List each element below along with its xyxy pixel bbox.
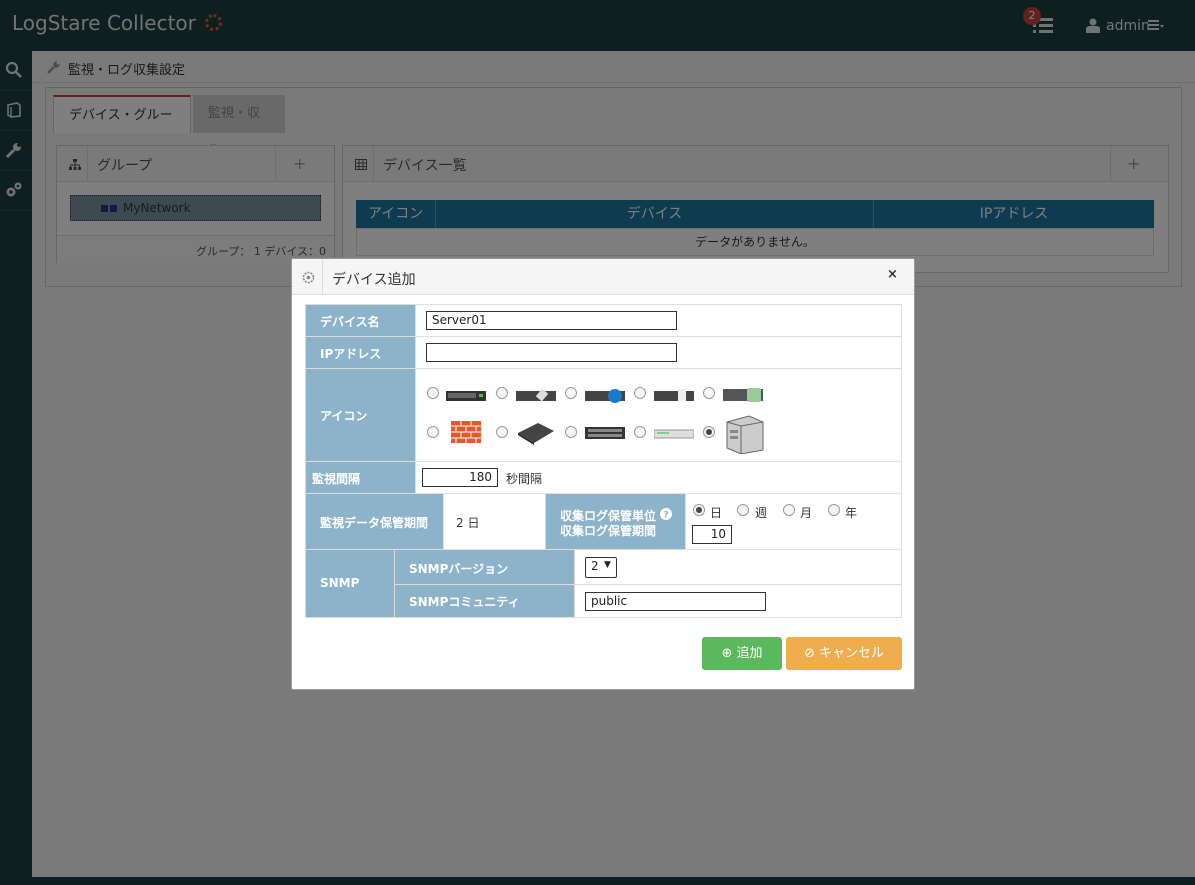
ip-field-cell (415, 336, 902, 369)
add-device-dialog: デバイス追加 × デバイス名 Server01 IPアドレス アイコン 監視間隔… (291, 258, 915, 690)
storage-server-icon[interactable] (723, 387, 763, 403)
device-name-input[interactable]: Server01 (426, 311, 677, 330)
cancel-button-label: キャンセル (819, 646, 885, 661)
icon-radio-7[interactable] (496, 426, 508, 438)
snmp-version-field-cell: 2 ▼ (574, 549, 902, 585)
snmp-label: SNMP (320, 576, 360, 590)
snmp-version-label: SNMPバージョン (409, 562, 509, 576)
hub-icon[interactable] (654, 426, 694, 442)
close-icon[interactable]: × (887, 267, 898, 282)
icon-picker-cell (415, 368, 902, 462)
snmp-version-label-cell: SNMPバージョン (394, 549, 575, 585)
device-name-label: デバイス名 (320, 315, 380, 329)
icon-radio-9[interactable] (634, 426, 646, 438)
log-unit-label-cell: 収集ログ保管単位 収集ログ保管期間 ? (545, 493, 686, 550)
snmp-community-label-cell: SNMPコミュニティ (394, 584, 575, 618)
icon-label-cell: アイコン (305, 368, 416, 462)
rack-2u-icon[interactable] (654, 387, 694, 403)
retention-label: 監視データ保管期間 (320, 516, 429, 530)
gear-icon (302, 271, 315, 284)
add-button-label: 追加 (736, 646, 763, 661)
interval-label: 監視間隔 (312, 472, 361, 486)
icon-radio-4[interactable] (634, 387, 646, 399)
dialog-header: デバイス追加 × (292, 259, 914, 295)
plus-circle-icon: ⊕ (721, 646, 733, 661)
rack-server-icon[interactable] (446, 387, 486, 403)
icon-radio-1[interactable] (427, 387, 439, 399)
appliance-icon[interactable] (516, 421, 556, 445)
device-name-label-cell: デバイス名 (305, 304, 416, 337)
retention-value-cell: 2 日 (443, 493, 546, 550)
snmp-version-select[interactable]: 2 ▼ (585, 557, 617, 578)
icon-radio-5[interactable] (703, 387, 715, 399)
unit-day-label: 日 (710, 506, 723, 520)
ip-label: IPアドレス (320, 347, 382, 361)
router-icon[interactable] (516, 387, 556, 403)
unit-radio-week[interactable] (737, 504, 749, 516)
log-period-input[interactable]: 10 (692, 525, 732, 544)
ip-label-cell: IPアドレス (305, 336, 416, 369)
cancel-button[interactable]: ⊘ キャンセル (786, 637, 902, 670)
log-period-label: 収集ログ保管期間 (560, 524, 657, 538)
chevron-down-icon: ▼ (604, 560, 611, 570)
snmp-label-cell: SNMP (305, 549, 395, 618)
device-name-field-cell: Server01 (415, 304, 902, 337)
firewall-icon[interactable] (451, 421, 481, 443)
icon-radio-8[interactable] (565, 426, 577, 438)
ip-address-input[interactable] (426, 343, 677, 362)
header-divider (322, 259, 323, 295)
ban-icon: ⊘ (803, 646, 815, 661)
dialog-title: デバイス追加 (332, 272, 416, 288)
unit-radio-month[interactable] (783, 504, 795, 516)
unit-radio-year[interactable] (828, 504, 840, 516)
retention-value: 2 日 (456, 516, 480, 530)
svg-text:?: ? (663, 511, 668, 521)
log-unit-field-cell: 日 週 月 年 10 (685, 493, 902, 550)
snmp-community-label: SNMPコミュニティ (409, 595, 520, 609)
unit-radio-day[interactable] (693, 504, 705, 516)
icon-radio-3[interactable] (565, 387, 577, 399)
snmp-community-field-cell: public (574, 584, 902, 618)
interval-label-cell: 監視間隔 (305, 461, 416, 494)
unit-month-label: 月 (800, 506, 813, 520)
interval-unit: 秒間隔 (506, 472, 543, 486)
icon-label: アイコン (320, 409, 368, 423)
snmp-version-value: 2 (591, 559, 599, 573)
icon-radio-10[interactable] (703, 426, 715, 438)
add-button[interactable]: ⊕ 追加 (702, 637, 782, 670)
interval-input[interactable]: 180 (422, 468, 498, 487)
unit-week-label: 週 (755, 506, 768, 520)
switch-24port-icon[interactable] (585, 424, 625, 442)
unit-year-label: 年 (845, 506, 858, 520)
icon-radio-6[interactable] (427, 426, 439, 438)
help-icon[interactable]: ? (660, 508, 672, 520)
switch-icon[interactable] (585, 387, 625, 403)
snmp-community-input[interactable]: public (585, 592, 766, 611)
interval-field-cell: 180 秒間隔 (415, 461, 902, 494)
retention-label-cell: 監視データ保管期間 (305, 493, 444, 550)
icon-radio-2[interactable] (496, 387, 508, 399)
tower-server-icon[interactable] (723, 414, 765, 454)
